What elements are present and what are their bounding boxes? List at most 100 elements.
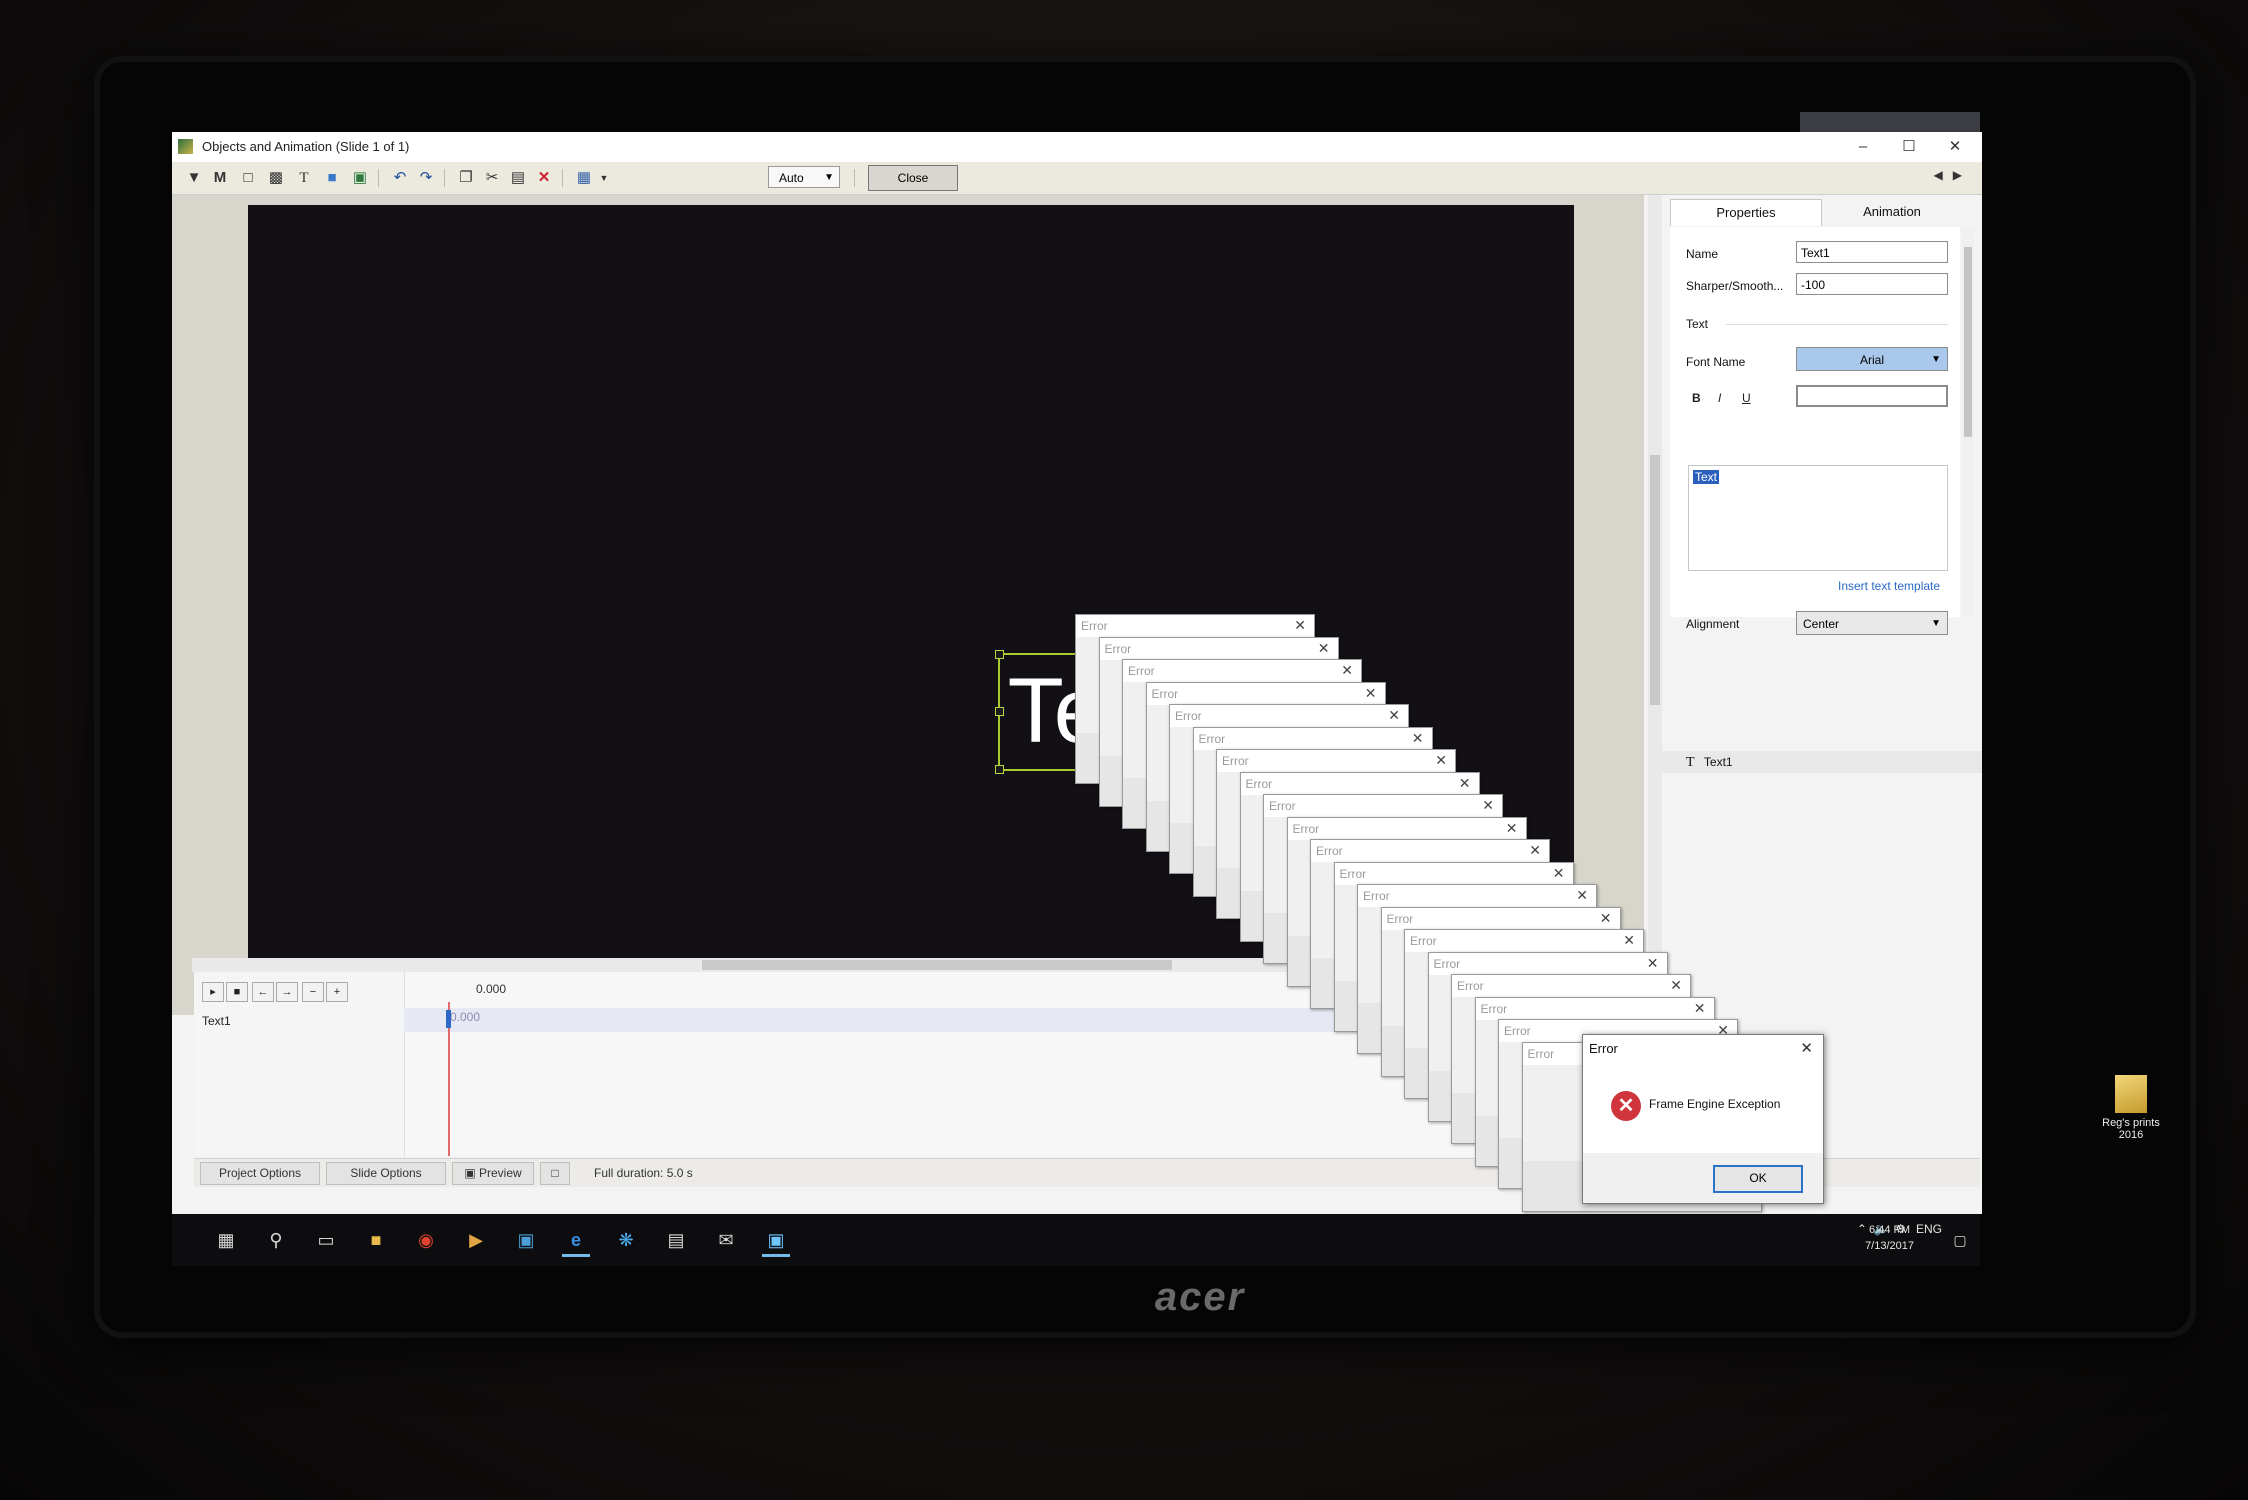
text-icon: T [1686, 755, 1695, 770]
copy-icon[interactable]: ❐ [454, 167, 478, 189]
redo-icon[interactable]: ↷ [414, 167, 438, 189]
close-icon[interactable]: ✕ [1576, 887, 1588, 904]
delete-icon[interactable]: ✕ [532, 167, 556, 189]
zoom-select[interactable]: Auto ▼ [768, 166, 840, 188]
chrome-icon[interactable]: ◉ [412, 1226, 440, 1254]
store-icon[interactable]: ▤ [662, 1226, 690, 1254]
fullscreen-icon[interactable]: □ [540, 1162, 570, 1185]
close-icon[interactable]: ✕ [1800, 1039, 1813, 1057]
task-view-icon[interactable]: ▭ [312, 1226, 340, 1254]
next-keyframe-button[interactable]: → [276, 982, 298, 1002]
text-color-field[interactable] [1796, 385, 1948, 407]
tab-properties[interactable]: Properties [1670, 199, 1822, 226]
close-icon[interactable]: ✕ [1647, 955, 1659, 972]
close-icon[interactable]: ✕ [1529, 842, 1541, 859]
network-app-icon[interactable]: ❋ [612, 1226, 640, 1254]
sharper-field[interactable]: -100 [1796, 273, 1948, 295]
prev-keyframe-button[interactable]: ← [252, 982, 274, 1002]
error-dialog-title: Error [1240, 772, 1479, 795]
sharper-label: Sharper/Smooth... [1686, 279, 1784, 293]
slideshow-app-icon[interactable]: ▣ [762, 1226, 790, 1257]
underline-button[interactable]: U [1742, 391, 1751, 405]
ok-button[interactable]: OK [1713, 1165, 1803, 1193]
frame-icon[interactable]: □ [236, 167, 260, 189]
search-icon[interactable]: ⚲ [262, 1226, 290, 1254]
maximize-button[interactable]: ☐ [1886, 132, 1932, 162]
resize-handle[interactable] [995, 765, 1004, 774]
keyframe-marker[interactable] [446, 1010, 451, 1028]
font-name-select[interactable]: Arial ▼ [1796, 347, 1948, 371]
text-content-area[interactable]: Text [1688, 465, 1948, 571]
cut-icon[interactable]: ✂ [480, 167, 504, 189]
close-icon[interactable]: ✕ [1600, 910, 1612, 927]
resize-handle[interactable] [995, 650, 1004, 659]
timeline-object-label[interactable]: Text1 [202, 1014, 231, 1028]
mask-icon[interactable]: M [208, 167, 232, 189]
add-object-icon[interactable]: ▼ [182, 167, 206, 189]
remove-keyframe-button[interactable]: − [302, 982, 324, 1002]
name-field[interactable]: Text1 [1796, 241, 1948, 263]
desktop-folder-icon[interactable]: Reg's prints 2016 [2096, 1075, 2166, 1141]
stop-button[interactable]: ■ [226, 982, 248, 1002]
canvas-vertical-scrollbar[interactable] [1648, 195, 1662, 1015]
button-icon[interactable]: ▩ [264, 167, 288, 189]
photos-icon[interactable]: ▣ [512, 1226, 540, 1254]
close-window-button[interactable]: ✕ [1932, 132, 1978, 162]
slide-options-button[interactable]: Slide Options [326, 1162, 446, 1185]
error-dialog-title: Error [1428, 952, 1667, 975]
close-icon[interactable]: ✕ [1482, 797, 1494, 814]
mail-icon[interactable]: ✉ [712, 1226, 740, 1254]
close-icon[interactable]: ✕ [1294, 617, 1306, 634]
add-keyframe-button[interactable]: + [326, 982, 348, 1002]
error-dialog-title: Error [1170, 705, 1408, 727]
close-icon[interactable]: ✕ [1506, 820, 1518, 837]
close-icon[interactable]: ✕ [1318, 640, 1330, 657]
tab-animation[interactable]: Animation [1822, 199, 1962, 225]
close-icon[interactable]: ✕ [1435, 752, 1447, 769]
close-icon[interactable]: ✕ [1365, 685, 1377, 702]
project-options-button[interactable]: Project Options [200, 1162, 320, 1185]
media-app-icon[interactable]: ▶ [462, 1226, 490, 1254]
italic-button[interactable]: I [1718, 391, 1721, 405]
image-icon[interactable]: ▣ [348, 167, 372, 189]
alignment-select[interactable]: Center ▼ [1796, 611, 1948, 635]
minimize-button[interactable]: – [1840, 132, 1886, 162]
grid-dropdown-icon[interactable]: ▼ [592, 167, 616, 189]
file-explorer-icon[interactable]: ■ [362, 1226, 390, 1254]
paste-icon[interactable]: ▤ [506, 167, 530, 189]
error-dialog[interactable]: Error ✕ ✕ Frame Engine Exception OK [1582, 1034, 1824, 1204]
close-button[interactable]: Close [868, 165, 958, 191]
edge-browser-icon[interactable]: e [562, 1226, 590, 1257]
error-dialog-title: Error [1123, 660, 1361, 682]
scroll-thumb[interactable] [1964, 247, 1972, 437]
toolbar-separator [378, 169, 379, 187]
alignment-value: Center [1803, 617, 1840, 631]
scroll-thumb[interactable] [702, 960, 1172, 970]
undo-icon[interactable]: ↶ [388, 167, 412, 189]
insert-text-template-link[interactable]: Insert text template [1838, 579, 1940, 593]
language-indicator[interactable]: ENG [1916, 1222, 1942, 1236]
rectangle-icon[interactable]: ■ [320, 167, 344, 189]
play-button[interactable]: ▸ [202, 982, 224, 1002]
properties-form: Name Text1 Sharper/Smooth... -100 Text F… [1670, 227, 1960, 631]
panel-scrollbar[interactable] [1962, 227, 1974, 617]
windows-start-icon[interactable]: ▦ [212, 1226, 240, 1254]
notifications-icon[interactable]: ▢ [1946, 1226, 1974, 1254]
close-icon[interactable]: ✕ [1341, 662, 1353, 679]
close-icon[interactable]: ✕ [1670, 977, 1682, 994]
resize-handle[interactable] [995, 707, 1004, 716]
close-icon[interactable]: ✕ [1388, 707, 1400, 724]
close-icon[interactable]: ✕ [1694, 1000, 1706, 1017]
preview-button[interactable]: ▣ Preview [452, 1162, 534, 1185]
slide-nav-arrows[interactable]: ◀ ▶ [1934, 168, 1962, 182]
timeline-time-readout: 0.000 [476, 982, 507, 996]
close-icon[interactable]: ✕ [1412, 730, 1424, 747]
scroll-thumb[interactable] [1650, 455, 1660, 705]
taskbar-clock[interactable]: 6:44 PM 7/13/2017 [1865, 1222, 1914, 1254]
text-icon[interactable]: T [292, 167, 316, 189]
object-list-item[interactable]: T Text1 [1662, 751, 1982, 773]
close-icon[interactable]: ✕ [1553, 865, 1565, 882]
bold-button[interactable]: B [1692, 391, 1701, 405]
close-icon[interactable]: ✕ [1459, 775, 1471, 792]
close-icon[interactable]: ✕ [1623, 932, 1635, 949]
